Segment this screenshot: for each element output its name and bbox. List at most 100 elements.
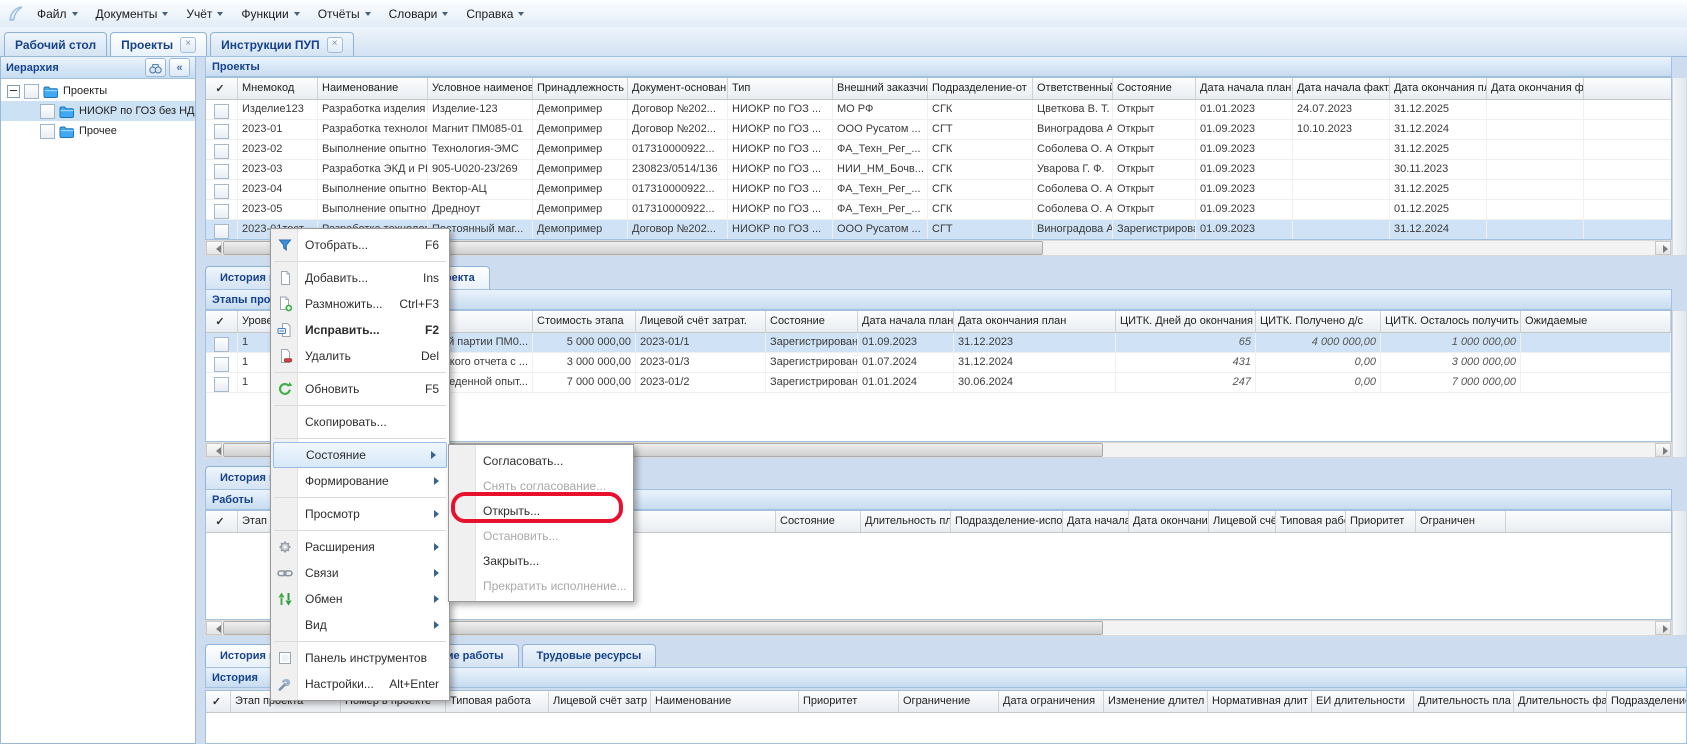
close-icon[interactable]: × (180, 37, 196, 53)
row-checkbox-cell[interactable] (206, 200, 238, 219)
collapse-expander-icon[interactable] (7, 85, 20, 98)
column-header[interactable]: ✓ (206, 78, 238, 99)
row-checkbox-cell[interactable] (206, 333, 238, 352)
checkbox[interactable] (214, 224, 229, 239)
scroll-left-icon[interactable] (206, 241, 222, 255)
menu-item[interactable]: Учёт (177, 3, 232, 25)
column-header[interactable]: ЦИТК. Дней до окончания (1116, 311, 1256, 332)
checkbox[interactable] (214, 204, 229, 219)
vertical-scrollbar[interactable] (1672, 510, 1687, 636)
column-header[interactable]: ✓ (206, 691, 231, 712)
table-row[interactable]: 2023-01Разработка технологии и...Магнит … (206, 120, 1671, 140)
column-header[interactable]: ✓ (206, 511, 238, 532)
menu-item[interactable]: Словари (380, 3, 458, 25)
column-header[interactable]: ЦИТК. Осталось получить д/с (1381, 311, 1521, 332)
column-header[interactable]: ЦИТК. Получено д/с (1256, 311, 1381, 332)
column-header[interactable]: Лицевой счёт затр (549, 691, 651, 712)
column-header[interactable]: Внешний заказчик (833, 78, 928, 99)
menu-item[interactable]: Размножить...Ctrl+F3 (271, 291, 449, 317)
menu-item[interactable]: Формирование (271, 468, 449, 494)
menu-item[interactable]: Скопировать... (271, 409, 449, 435)
menu-item[interactable]: Отобрать...F6 (271, 232, 449, 258)
column-header[interactable]: Подразделение-от (928, 78, 1033, 99)
menu-item[interactable]: Документы (87, 3, 178, 25)
column-header[interactable]: Ответственный (1033, 78, 1113, 99)
table-row[interactable]: 2023-05Выполнение опытно-конс...Дредноут… (206, 200, 1671, 220)
column-header[interactable]: Дата начала план (858, 311, 954, 332)
column-header[interactable]: Дата окончания ф (1487, 78, 1584, 99)
table-row[interactable]: 2023-03Разработка ЭКД и РКД н...905-U020… (206, 160, 1671, 180)
menu-item[interactable]: Функции (232, 3, 308, 25)
scroll-right-icon[interactable] (1655, 241, 1671, 255)
menu-item[interactable]: Согласовать... (449, 448, 633, 473)
checkbox[interactable] (214, 184, 229, 199)
column-header[interactable]: Длительность фак (1514, 691, 1607, 712)
checkbox[interactable] (214, 377, 229, 392)
column-header[interactable]: Дата окончания пл (1390, 78, 1487, 99)
column-header[interactable]: Дата начала факт. (1293, 78, 1390, 99)
menu-item[interactable]: Настройки...Alt+Enter (271, 671, 449, 697)
checkbox[interactable] (214, 337, 229, 352)
checkbox[interactable] (40, 124, 55, 139)
column-header[interactable]: Ожидаемые (1521, 311, 1671, 332)
menu-item[interactable]: Справка (457, 3, 533, 25)
column-header[interactable]: Дата ограничения (999, 691, 1104, 712)
checkbox[interactable] (24, 84, 39, 99)
column-header[interactable]: Условное наименова (428, 78, 533, 99)
column-header[interactable]: Нормативная длит (1208, 691, 1312, 712)
checkbox[interactable] (214, 357, 229, 372)
column-header[interactable]: Стоимость этапа (533, 311, 636, 332)
menu-item[interactable]: Состояние (273, 442, 447, 468)
tab[interactable]: Рабочий стол (4, 32, 107, 56)
checkbox[interactable] (214, 144, 229, 159)
row-checkbox-cell[interactable] (206, 120, 238, 139)
column-header[interactable]: Дата окончания план (954, 311, 1116, 332)
column-header[interactable]: Типовая работа (1276, 511, 1346, 532)
row-checkbox-cell[interactable] (206, 160, 238, 179)
column-header[interactable]: Длительность пла (1414, 691, 1514, 712)
close-icon[interactable]: × (327, 37, 343, 53)
table-row[interactable]: 2023-04Выполнение опытно-конс...Вектор-А… (206, 180, 1671, 200)
tree-item[interactable]: Прочее (1, 121, 195, 141)
column-header[interactable]: Подразделение-исполнитель.. (951, 511, 1063, 532)
menu-item[interactable]: Отчёты (309, 3, 380, 25)
checkbox[interactable] (214, 164, 229, 179)
menu-item[interactable]: Исправить...F2 (271, 317, 449, 343)
column-header[interactable]: Состояние (1113, 78, 1196, 99)
column-header[interactable]: ЕИ длительности (1312, 691, 1414, 712)
checkbox[interactable] (40, 104, 55, 119)
scroll-left-icon[interactable] (206, 621, 222, 635)
column-header[interactable]: Изменение длител (1104, 691, 1208, 712)
row-checkbox-cell[interactable] (206, 180, 238, 199)
column-header[interactable]: ✓ (206, 311, 238, 332)
table-row[interactable]: Изделие123Разработка изделия 123Изделие-… (206, 100, 1671, 120)
menu-item[interactable]: Закрыть... (449, 548, 633, 573)
column-header[interactable]: Приоритет (799, 691, 899, 712)
row-checkbox-cell[interactable] (206, 220, 238, 239)
column-header[interactable]: Приоритет (1346, 511, 1416, 532)
column-header[interactable]: Подразделение-ис (1607, 691, 1687, 712)
row-checkbox-cell[interactable] (206, 353, 238, 372)
scroll-right-icon[interactable] (1655, 443, 1671, 457)
column-header[interactable]: Тип (728, 78, 833, 99)
column-header[interactable]: Мнемокод (238, 78, 318, 99)
tab[interactable]: Проекты× (110, 32, 207, 56)
menu-item[interactable]: Добавить...Ins (271, 265, 449, 291)
column-header[interactable]: Длительность план (861, 511, 951, 532)
menu-item[interactable]: УдалитьDel (271, 343, 449, 369)
collapse-panel-button[interactable]: « (169, 58, 190, 77)
vertical-scrollbar[interactable] (1672, 310, 1687, 458)
menu-item[interactable]: Панель инструментов (271, 645, 449, 671)
row-checkbox-cell[interactable] (206, 373, 238, 392)
menu-item[interactable]: Расширения (271, 534, 449, 560)
column-header[interactable]: Лицевой счёт затр (1209, 511, 1276, 532)
column-header[interactable]: Лицевой счёт затрат. (636, 311, 766, 332)
row-checkbox-cell[interactable] (206, 140, 238, 159)
column-header[interactable]: Дата начала план. (1063, 511, 1129, 532)
search-tree-button[interactable] (145, 58, 166, 77)
column-header[interactable]: Дата начала план. (1196, 78, 1293, 99)
menu-item[interactable]: Просмотр (271, 501, 449, 527)
column-header[interactable]: Состояние (766, 311, 858, 332)
column-header[interactable]: Наименование (651, 691, 799, 712)
column-header[interactable]: Ограничен (1416, 511, 1506, 532)
